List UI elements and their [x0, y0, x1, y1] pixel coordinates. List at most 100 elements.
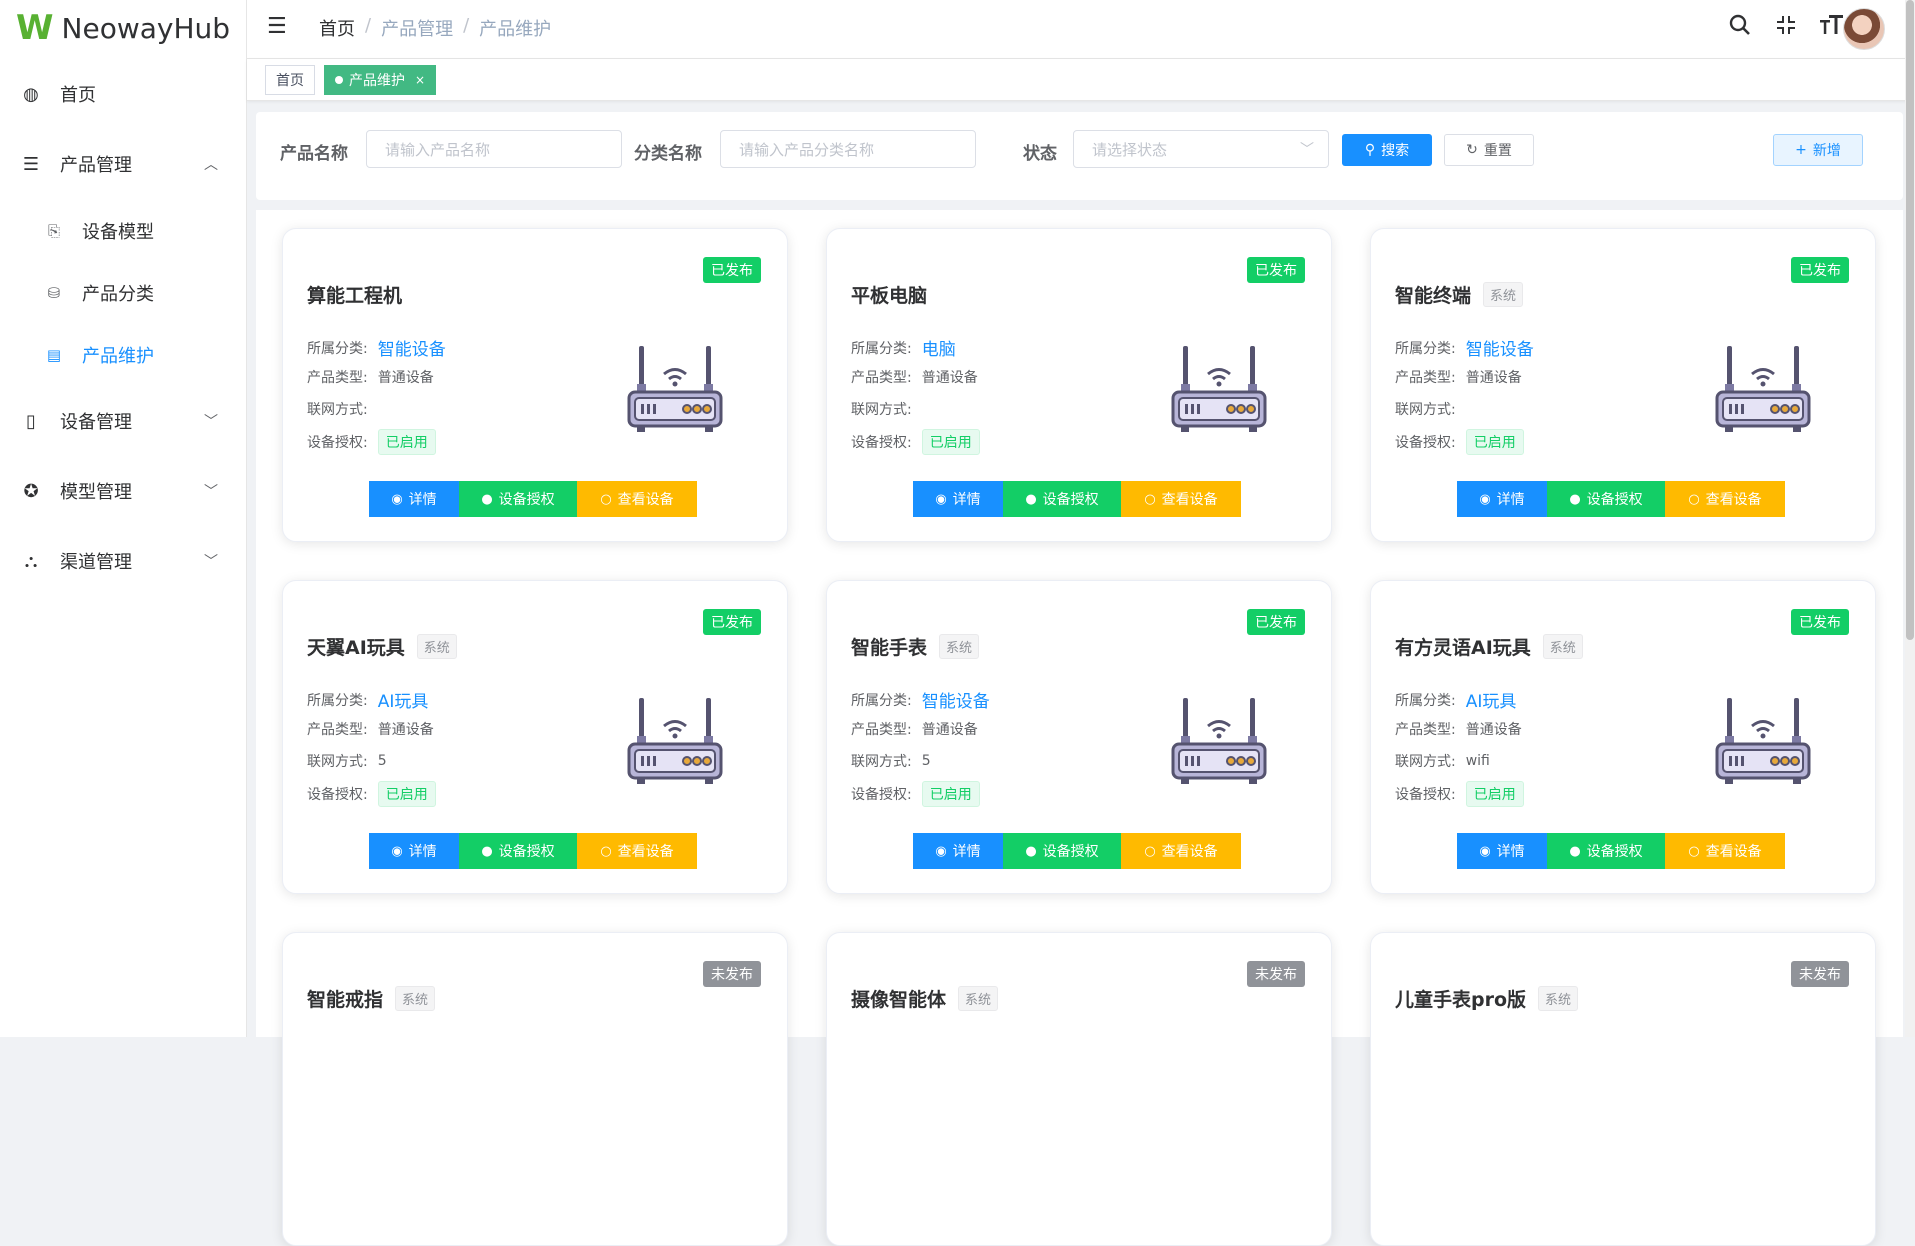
auth-status-tag: 已启用: [921, 429, 980, 455]
detail-button[interactable]: ◉ 详情: [369, 481, 459, 517]
avatar[interactable]: [1843, 8, 1885, 50]
type-value: 普通设备: [377, 722, 434, 738]
detail-button[interactable]: ◉ 详情: [913, 833, 1003, 869]
add-button[interactable]: + 新增: [1773, 134, 1863, 166]
router-icon: [1715, 344, 1811, 436]
detail-button-label: 详情: [1496, 492, 1525, 508]
product-card: 已发布 智能手表 系统 所属分类: 智能设备 产品类型: 普通设备 联网方式: 5 设备授权: 已启…: [826, 580, 1332, 894]
auth-row: 设备授权: 已启用: [1395, 429, 1524, 455]
category-link[interactable]: AI玩具: [378, 687, 429, 712]
view-devices-button[interactable]: ○ 查看设备: [1121, 481, 1241, 517]
authorize-button[interactable]: ● 设备授权: [1003, 833, 1121, 869]
font-size-icon[interactable]: [1819, 14, 1845, 42]
close-icon[interactable]: ×: [415, 73, 425, 87]
breadcrumb-home[interactable]: 首页: [319, 15, 355, 41]
search-icon[interactable]: [1727, 14, 1753, 42]
category-link[interactable]: 智能设备: [378, 335, 446, 360]
category-link[interactable]: 智能设备: [1466, 335, 1534, 360]
router-icon: [1715, 696, 1811, 788]
type-row: 产品类型: 普通设备: [851, 367, 978, 387]
view-devices-button-label: 查看设备: [617, 844, 674, 860]
category-name-label: 分类名称: [634, 144, 702, 164]
network-row: 联网方式:: [1395, 399, 1466, 419]
view-devices-button[interactable]: ○ 查看设备: [577, 481, 697, 517]
type-row: 产品类型: 普通设备: [1395, 367, 1522, 387]
system-tag: 系统: [416, 634, 457, 659]
sidebar-item-home[interactable]: ◍ 首页: [0, 66, 246, 122]
detail-button[interactable]: ◉ 详情: [913, 481, 1003, 517]
sidebar-item-device-model[interactable]: ⎘ 设备模型: [0, 206, 246, 256]
logo[interactable]: W NeowayHub: [16, 8, 230, 48]
category-link[interactable]: AI玩具: [1466, 687, 1517, 712]
detail-button[interactable]: ◉ 详情: [1457, 833, 1547, 869]
status-badge: 已发布: [703, 609, 761, 635]
view-devices-button[interactable]: ○ 查看设备: [1665, 481, 1785, 517]
type-value: 普通设备: [377, 370, 434, 386]
hamburger-icon[interactable]: ☰: [267, 14, 287, 39]
view-devices-button-label: 查看设备: [1705, 492, 1762, 508]
card-actions: ◉ 详情 ● 设备授权 ○ 查看设备: [1457, 833, 1785, 869]
scrollbar-thumb[interactable]: [1906, 0, 1914, 640]
product-name: 算能工程机: [307, 281, 402, 308]
active-dot-icon: [335, 76, 343, 84]
authorize-button[interactable]: ● 设备授权: [459, 833, 577, 869]
detail-button[interactable]: ◉ 详情: [369, 833, 459, 869]
sidebar-item-product-maintain[interactable]: ▤ 产品维护: [0, 330, 246, 380]
breadcrumb-separator: /: [365, 15, 372, 36]
input-placeholder: 请输入产品分类名称: [739, 140, 875, 159]
sidebar-item-product-management[interactable]: ☰ 产品管理 ︿: [0, 136, 246, 192]
type-value: 普通设备: [1465, 370, 1522, 386]
detail-button[interactable]: ◉ 详情: [1457, 481, 1547, 517]
network-row: 联网方式:: [307, 399, 378, 419]
tag-product-maintain[interactable]: 产品维护 ×: [324, 65, 437, 95]
authorize-button[interactable]: ● 设备授权: [1547, 481, 1665, 517]
router-icon: [1171, 696, 1267, 788]
sidebar-item-product-category[interactable]: ⛁ 产品分类: [0, 268, 246, 318]
product-name-input[interactable]: 请输入产品名称: [366, 130, 622, 168]
tag-home[interactable]: 首页: [265, 65, 315, 95]
search-button[interactable]: ⚲ 搜索: [1342, 134, 1432, 166]
sidebar-item-label: 产品分类: [82, 284, 154, 305]
system-tag: 系统: [1542, 634, 1583, 659]
breadcrumb-product-maintain: 产品维护: [479, 19, 552, 40]
detail-button-label: 详情: [408, 492, 437, 508]
scrollbar[interactable]: [1905, 0, 1915, 1037]
product-title: 智能手表: [851, 637, 928, 659]
view-devices-button[interactable]: ○ 查看设备: [1121, 833, 1241, 869]
field-label: 产品类型:: [1395, 370, 1456, 386]
sidebar-item-model-management[interactable]: ✪ 模型管理 ﹀: [0, 463, 246, 519]
chevron-down-icon: ﹀: [1300, 142, 1314, 158]
sidebar-item-label: 产品维护: [82, 346, 154, 367]
router-icon: [1171, 344, 1267, 436]
auth-row: 设备授权: 已启用: [851, 429, 980, 455]
field-label: 联网方式:: [851, 754, 912, 770]
fullscreen-exit-icon[interactable]: [1773, 14, 1799, 42]
top-navbar: ☰ 首页 / 产品管理 / 产品维护: [247, 0, 1915, 59]
view-devices-button[interactable]: ○ 查看设备: [1665, 833, 1785, 869]
auth-status-tag: 已启用: [377, 429, 436, 455]
breadcrumb-product-management: 产品管理: [381, 19, 454, 40]
authorize-button[interactable]: ● 设备授权: [1003, 481, 1121, 517]
search-icon: ○: [1688, 491, 1700, 507]
sidebar-item-device-management[interactable]: ▯ 设备管理 ﹀: [0, 393, 246, 449]
authorize-button[interactable]: ● 设备授权: [1547, 833, 1665, 869]
status-label: 状态: [1023, 144, 1057, 164]
product-name: 天翼AI玩具 系统: [307, 633, 457, 660]
search-button-label: 搜索: [1381, 143, 1410, 159]
card-actions: ◉ 详情 ● 设备授权 ○ 查看设备: [1457, 481, 1785, 517]
category-link[interactable]: 智能设备: [922, 687, 990, 712]
category-link[interactable]: 电脑: [922, 335, 956, 360]
eye-icon: ◉: [391, 491, 403, 507]
authorize-button[interactable]: ● 设备授权: [459, 481, 577, 517]
eye-icon: ◉: [935, 843, 947, 859]
sidebar-item-channel-management[interactable]: ⛬ 渠道管理 ﹀: [0, 533, 246, 589]
reset-button[interactable]: ↻ 重置: [1444, 134, 1534, 166]
view-devices-button[interactable]: ○ 查看设备: [577, 833, 697, 869]
category-name-input[interactable]: 请输入产品分类名称: [720, 130, 976, 168]
search-icon: ⚲: [1364, 142, 1376, 158]
product-card: 未发布 儿童手表pro版 系统: [1370, 932, 1876, 1246]
search-form: 产品名称 请输入产品名称 分类名称 请输入产品分类名称 状态 请选择状态 ﹀ ⚲…: [256, 112, 1903, 200]
field-label: 联网方式:: [307, 402, 368, 418]
status-select[interactable]: 请选择状态 ﹀: [1073, 130, 1329, 168]
product-card: 未发布 智能戒指 系统: [282, 932, 788, 1246]
